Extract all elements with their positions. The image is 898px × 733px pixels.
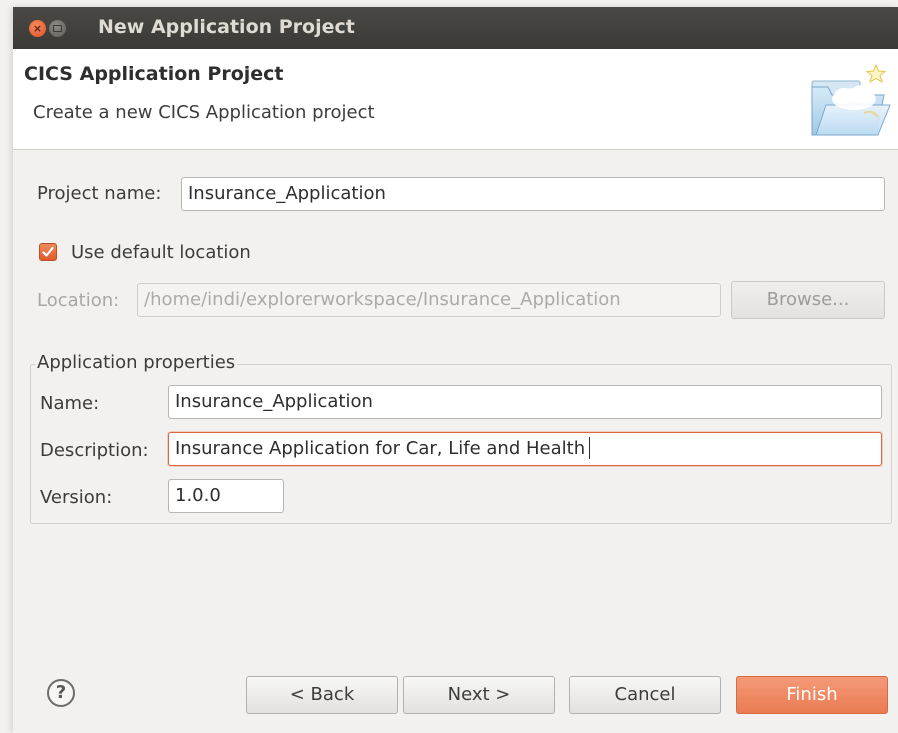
project-name-input[interactable]: Insurance_Application bbox=[181, 177, 885, 211]
window-title: New Application Project bbox=[98, 16, 355, 38]
application-properties-label: Application properties bbox=[35, 352, 238, 373]
wizard-banner: CICS Application Project Create a new CI… bbox=[13, 49, 898, 150]
browse-button[interactable]: Browse... bbox=[731, 281, 885, 319]
minimize-window-icon[interactable] bbox=[49, 20, 66, 37]
cancel-button[interactable]: Cancel bbox=[569, 676, 721, 714]
new-project-folder-icon bbox=[811, 63, 891, 136]
project-name-label: Project name: bbox=[37, 183, 162, 204]
wizard-page-description: Create a new CICS Application project bbox=[33, 102, 375, 123]
text-caret bbox=[589, 436, 591, 459]
help-icon[interactable]: ? bbox=[47, 679, 75, 707]
new-application-project-dialog: × New Application Project CICS Applicati… bbox=[13, 7, 898, 733]
location-label: Location: bbox=[37, 290, 120, 311]
description-label: Description: bbox=[40, 440, 149, 461]
title-bar[interactable]: × New Application Project bbox=[13, 7, 898, 49]
wizard-page-title: CICS Application Project bbox=[24, 63, 284, 85]
checkmark-icon bbox=[42, 246, 54, 257]
application-version-input[interactable]: 1.0.0 bbox=[168, 479, 284, 513]
application-name-input[interactable]: Insurance_Application bbox=[168, 385, 882, 419]
use-default-location-checkbox[interactable] bbox=[39, 243, 57, 261]
finish-button[interactable]: Finish bbox=[736, 676, 888, 714]
version-label: Version: bbox=[40, 487, 113, 508]
close-window-icon[interactable]: × bbox=[29, 20, 46, 37]
next-button[interactable]: Next > bbox=[403, 676, 555, 714]
description-text: Insurance Application for Car, Life and … bbox=[175, 438, 586, 459]
name-label: Name: bbox=[40, 393, 100, 414]
location-input[interactable]: /home/indi/explorerworkspace/Insurance_A… bbox=[137, 283, 721, 317]
use-default-location-label[interactable]: Use default location bbox=[71, 242, 251, 263]
application-description-input[interactable]: Insurance Application for Car, Life and … bbox=[168, 432, 882, 466]
back-button[interactable]: < Back bbox=[246, 676, 398, 714]
